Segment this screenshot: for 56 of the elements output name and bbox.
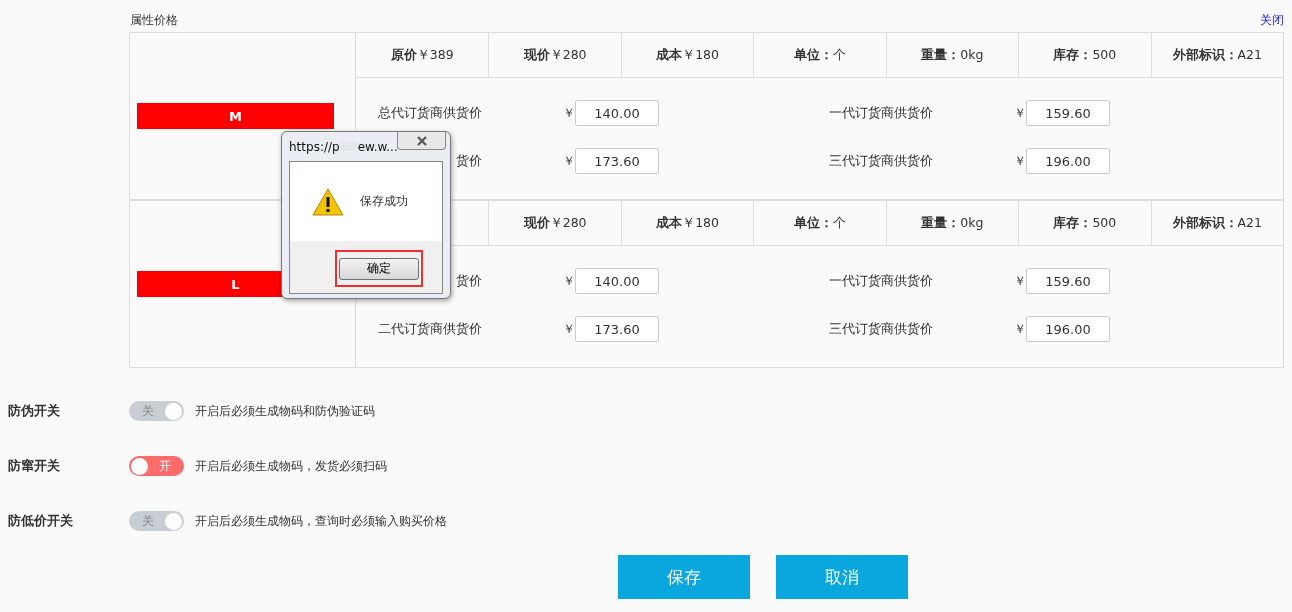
switch-description: 开启后必须生成物码和防伪验证码 xyxy=(195,402,375,420)
price-input[interactable]: 196.00 xyxy=(1026,316,1110,342)
price-input[interactable]: 140.00 xyxy=(575,268,659,294)
dialog-message: 保存成功 xyxy=(360,193,408,210)
attribute-text: 库存：500 xyxy=(1053,46,1117,64)
switch-description: 开启后必须生成物码，查询时必须输入购买价格 xyxy=(195,512,447,530)
currency-sign: ￥ xyxy=(563,152,575,170)
switch-label: 防低价开关 xyxy=(7,512,74,530)
close-button[interactable] xyxy=(397,132,446,150)
switch-description: 开启后必须生成物码，发货必须扫码 xyxy=(195,457,387,475)
price-label: 货价 xyxy=(455,272,482,290)
attribute-text: 成本￥180 xyxy=(656,214,719,232)
section-title: 属性价格 xyxy=(130,12,178,29)
price-input[interactable]: 159.60 xyxy=(1026,268,1110,294)
currency-sign: ￥ xyxy=(563,320,575,338)
attribute-text: 现价￥280 xyxy=(523,46,587,64)
close-icon xyxy=(415,135,428,146)
price-label: 总代订货商供货价 xyxy=(377,104,482,122)
price-input[interactable]: 173.60 xyxy=(575,316,659,342)
attribute-text: 成本￥180 xyxy=(656,46,719,64)
attribute-text: 重量：0kg xyxy=(921,46,984,64)
price-label: 三代订货商供货价 xyxy=(828,152,933,170)
ok-button[interactable]: 确定 xyxy=(339,257,419,280)
attribute-text: 库存：500 xyxy=(1053,214,1117,232)
price-label: 一代订货商供货价 xyxy=(828,104,933,122)
price-label: 二代订货商供货价 xyxy=(377,320,482,338)
attribute-text: 外部标识：A21 xyxy=(1172,214,1262,232)
switch-label: 防伪开关 xyxy=(7,402,61,420)
size-tag: M xyxy=(137,103,334,129)
dialog-title: https://p xyxy=(289,139,340,154)
currency-sign: ￥ xyxy=(1014,152,1026,170)
close-link[interactable]: 关闭 xyxy=(1260,12,1284,32)
dialog-title: ew.w... xyxy=(357,139,398,154)
attribute-text: 外部标识：A21 xyxy=(1172,46,1262,64)
switch-knob[interactable] xyxy=(131,457,148,475)
price-label: 一代订货商供货价 xyxy=(828,272,933,290)
price-label: 货价 xyxy=(455,152,482,170)
attribute-text: 单位：个 xyxy=(794,46,846,64)
price-input[interactable]: 173.60 xyxy=(575,148,659,174)
attribute-text: 重量：0kg xyxy=(921,214,984,232)
switch-label: 防窜开关 xyxy=(7,457,61,475)
currency-sign: ￥ xyxy=(1014,272,1026,290)
price-label: 三代订货商供货价 xyxy=(828,320,933,338)
attribute-text: 单位：个 xyxy=(794,214,846,232)
attribute-text: 现价￥280 xyxy=(523,214,587,232)
currency-sign: ￥ xyxy=(563,272,575,290)
price-input[interactable]: 159.60 xyxy=(1026,100,1110,126)
currency-sign: ￥ xyxy=(1014,104,1026,122)
switch-knob[interactable] xyxy=(165,512,182,530)
price-input[interactable]: 196.00 xyxy=(1026,148,1110,174)
warning-icon xyxy=(312,187,344,216)
switch-knob[interactable] xyxy=(165,402,182,420)
currency-sign: ￥ xyxy=(1014,320,1026,338)
currency-sign: ￥ xyxy=(563,104,575,122)
attribute-text: 原价￥389 xyxy=(390,46,454,64)
price-input[interactable]: 140.00 xyxy=(575,100,659,126)
